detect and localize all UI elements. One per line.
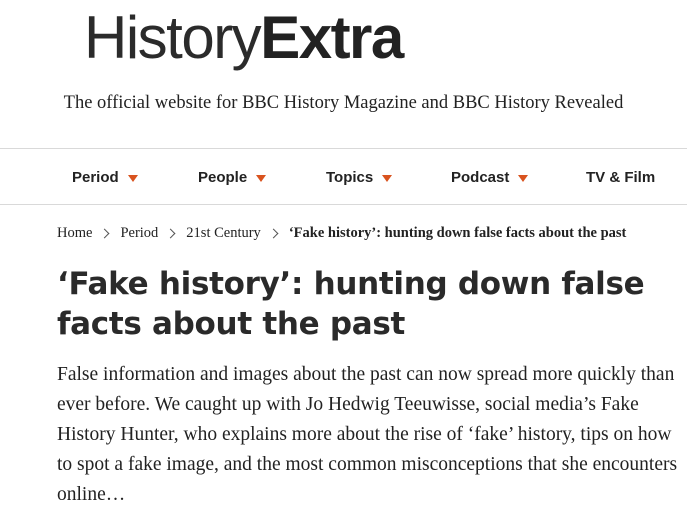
- caret-down-icon: [382, 174, 393, 182]
- chevron-right-icon: [99, 228, 110, 238]
- nav-item-people[interactable]: People: [198, 149, 267, 206]
- nav-item-podcast[interactable]: Podcast: [451, 149, 529, 206]
- article-standfirst: False information and images about the p…: [57, 364, 678, 505]
- main-nav: Period People Topics Podcast TV & Film: [0, 148, 687, 205]
- chevron-right-icon: [165, 228, 176, 238]
- breadcrumb-current: ‘Fake history’: hunting down false facts…: [288, 224, 627, 241]
- caret-down-icon: [518, 174, 529, 182]
- caret-down-icon: [127, 174, 138, 182]
- breadcrumb: Home Period 21st Century ‘Fake history’:…: [57, 223, 626, 243]
- nav-item-label: People: [198, 169, 248, 186]
- caret-down-icon: [256, 174, 267, 182]
- breadcrumb-period[interactable]: Period: [120, 225, 158, 242]
- nav-item-label: Period: [72, 169, 119, 186]
- nav-item-label: Podcast: [451, 169, 510, 186]
- breadcrumb-home[interactable]: Home: [57, 225, 92, 242]
- chevron-right-icon: [268, 228, 279, 238]
- logo-text-history: History: [84, 4, 262, 71]
- nav-item-topics[interactable]: Topics: [326, 149, 393, 206]
- site-logo[interactable]: HistoryExtra: [84, 2, 404, 74]
- article-title: ‘Fake history’: hunting down false facts…: [57, 266, 645, 342]
- logo-text-extra: Extra: [260, 4, 404, 71]
- site-tagline: The official website for BBC History Mag…: [63, 93, 624, 113]
- nav-item-label: Topics: [326, 169, 374, 186]
- breadcrumb-21st-century[interactable]: 21st Century: [186, 225, 261, 242]
- nav-item-label: TV & Film: [586, 169, 656, 186]
- nav-item-tv-film[interactable]: TV & Film: [586, 149, 655, 206]
- nav-item-period[interactable]: Period: [72, 149, 138, 206]
